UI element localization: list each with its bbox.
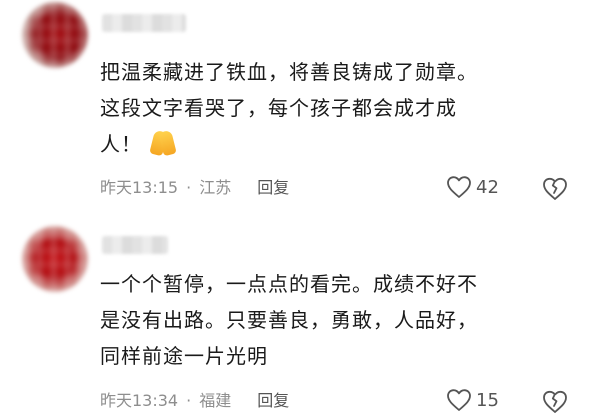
avatar[interactable] — [22, 226, 88, 292]
comment-item: 一个个暂停，一点点的看完。成绩不好不 是没有出路。只要善良，勇敢，人品好， 同样… — [0, 0, 600, 413]
broken-heart-icon[interactable] — [541, 387, 569, 415]
username-redacted[interactable] — [102, 236, 168, 254]
location: 福建 — [199, 391, 232, 410]
comment-meta: 昨天13:34 · 福建 回复 — [100, 388, 289, 414]
reply-button[interactable]: 回复 — [257, 388, 289, 414]
like-button[interactable]: 15 — [446, 387, 499, 415]
timestamp: 昨天13:34 — [100, 391, 179, 410]
separator: · — [186, 391, 192, 410]
comment-text: 一个个暂停，一点点的看完。成绩不好不 是没有出路。只要善良，勇敢，人品好， 同样… — [100, 266, 570, 374]
comment-line: 一个个暂停，一点点的看完。成绩不好不 — [100, 272, 478, 296]
comment-line: 是没有出路。只要善良，勇敢，人品好， — [100, 308, 478, 332]
comment-line: 同样前途一片光明 — [100, 344, 268, 368]
like-count: 15 — [476, 390, 499, 411]
heart-outline-icon — [447, 389, 471, 411]
